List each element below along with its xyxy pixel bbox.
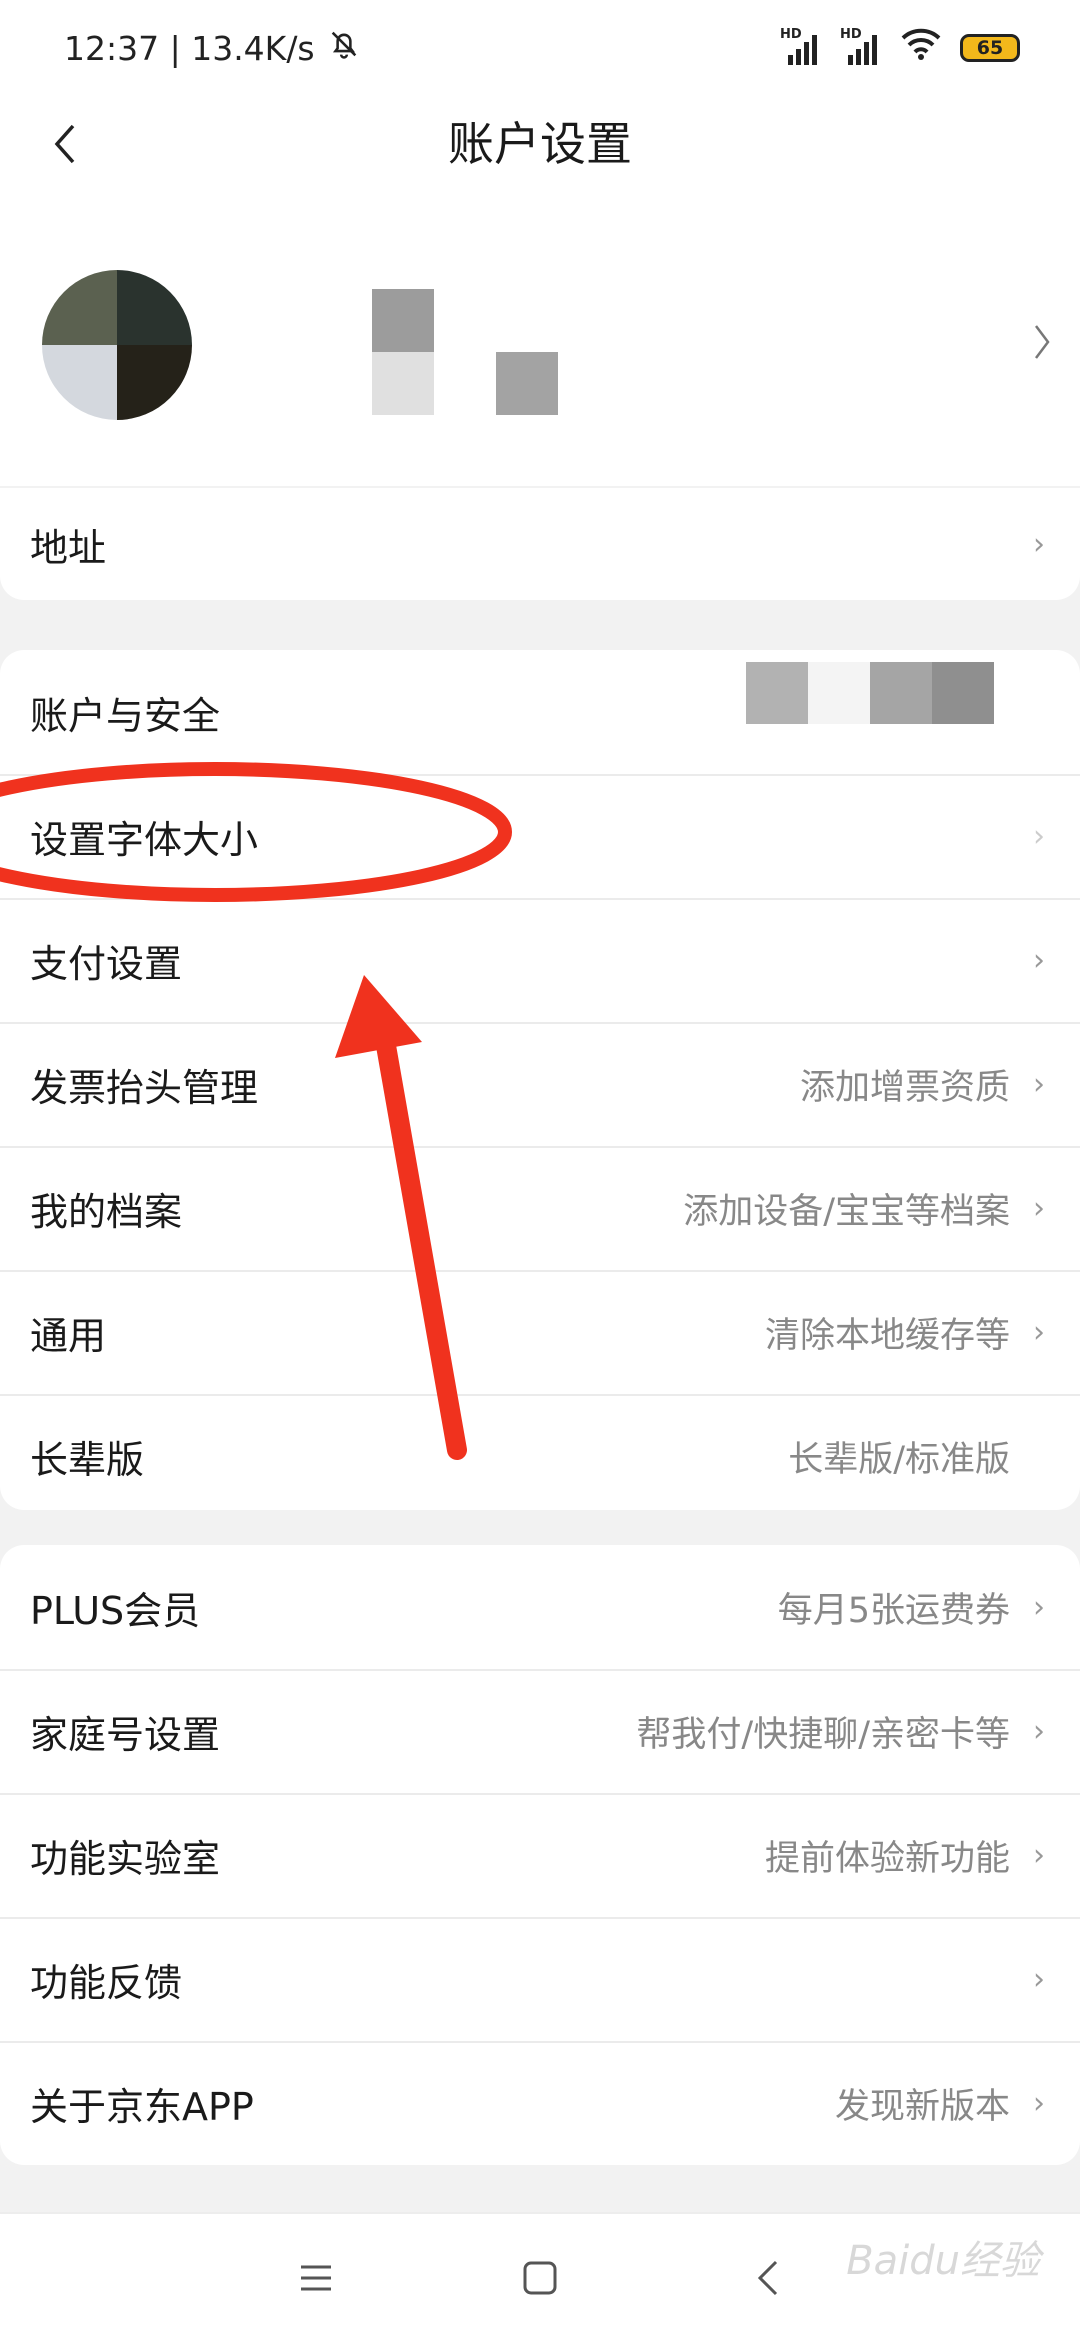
avatar[interactable] [42,270,192,420]
settings-row-elder-mode[interactable]: 长辈版 长辈版/标准版 › [0,1394,1080,1510]
row-value: 提前体验新功能 [764,1838,1010,1879]
chevron-right-icon: › [1033,1713,1045,1749]
chevron-right-icon: › [1033,818,1045,854]
back-button[interactable] [36,114,96,174]
signal-icon: HD [780,27,822,65]
settings-row-feedback[interactable]: 功能反馈 › [0,1917,1080,2041]
home-button[interactable] [514,2252,566,2304]
row-value: 帮我付/快捷聊/亲密卡等 [636,1714,1010,1755]
watermark-text: Baidu经验 [846,2238,1040,2284]
settings-row-font-size[interactable]: 设置字体大小 › [0,774,1080,898]
chevron-right-icon: › [1033,1314,1045,1350]
mute-bell-icon [327,27,361,69]
settings-group-1: 账户与安全 设置字体大小 › 支付设置 › 发票抬头管理 添加增票资质 › 我的… [0,650,1080,1510]
row-value: 发现新版本 [834,2086,1010,2127]
row-label: PLUS会员 [30,1588,201,1633]
row-value: 清除本地缓存等 [764,1315,1010,1356]
row-label: 设置字体大小 [30,817,259,862]
row-value: 每月5张运费券 [777,1590,1010,1631]
home-square-icon [523,2261,557,2295]
profile-header[interactable] [0,192,1080,486]
chevron-right-icon: › [1033,2085,1045,2121]
chevron-right-icon: › [1033,1961,1045,1997]
row-label: 我的档案 [30,1189,183,1234]
row-label: 关于京东APP [30,2084,254,2129]
status-bar: 12:37 | 13.4K/s HD HD 65 [0,0,1080,96]
row-label: 发票抬头管理 [30,1065,259,1110]
time-network-speed: 12:37 | 13.4K/s [64,28,315,68]
address-card: 地址 › [0,488,1080,600]
settings-row-account-security[interactable]: 账户与安全 [0,650,1080,774]
chevron-right-icon: › [1033,1589,1045,1625]
row-label: 功能反馈 [30,1960,183,2005]
back-triangle-icon [757,2260,778,2296]
settings-row-my-profile[interactable]: 我的档案 添加设备/宝宝等档案 › [0,1146,1080,1270]
row-value: 长辈版/标准版 [788,1439,1010,1480]
chevron-right-icon: › [1033,942,1045,978]
row-value: 添加设备/宝宝等档案 [683,1191,1010,1232]
status-left: 12:37 | 13.4K/s [64,27,361,69]
settings-row-general[interactable]: 通用 清除本地缓存等 › [0,1270,1080,1394]
page-title: 账户设置 [448,117,632,171]
account-info-mosaic [746,662,996,724]
row-label: 账户与安全 [30,693,221,738]
system-back-button[interactable] [742,2252,794,2304]
menu-button[interactable] [290,2252,342,2304]
settings-row-payment[interactable]: 支付设置 › [0,898,1080,1022]
status-right: HD HD 65 [780,27,1020,69]
settings-group-2: PLUS会员 每月5张运费券 › 家庭号设置 帮我付/快捷聊/亲密卡等 › 功能… [0,1545,1080,2165]
address-row[interactable]: 地址 › [0,488,1080,600]
row-label: 长辈版 [30,1437,145,1482]
wifi-icon [900,27,942,69]
row-label: 功能实验室 [30,1836,221,1881]
row-label: 通用 [30,1313,107,1358]
chevron-right-icon: › [1033,1190,1045,1226]
row-label: 地址 [30,525,107,570]
signal-icon: HD [840,27,882,65]
settings-row-plus-member[interactable]: PLUS会员 每月5张运费券 › [0,1545,1080,1669]
menu-icon [301,2265,331,2291]
row-value: 添加增票资质 [799,1067,1010,1108]
chevron-right-icon: › [1033,526,1045,562]
profile-chevron-icon [1032,322,1052,366]
nav-bar: 账户设置 [0,96,1080,192]
settings-row-invoice[interactable]: 发票抬头管理 添加增票资质 › [0,1022,1080,1146]
settings-row-family[interactable]: 家庭号设置 帮我付/快捷聊/亲密卡等 › [0,1669,1080,1793]
chevron-right-icon: › [1033,1066,1045,1102]
back-chevron-icon [54,124,75,164]
chevron-right-icon: › [1033,1837,1045,1873]
settings-row-lab[interactable]: 功能实验室 提前体验新功能 › [0,1793,1080,1917]
battery-icon: 65 [960,34,1020,62]
settings-row-about[interactable]: 关于京东APP 发现新版本 › [0,2041,1080,2165]
row-label: 支付设置 [30,941,183,986]
row-label: 家庭号设置 [30,1712,221,1757]
